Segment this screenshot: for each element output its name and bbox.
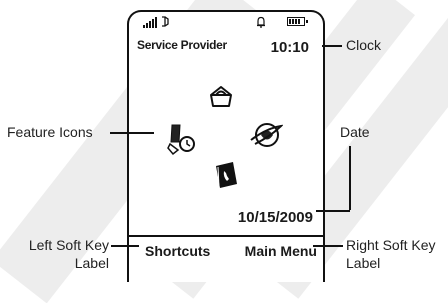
left-softkey-callout-line2: Label (74, 255, 109, 271)
phonebook-icon[interactable] (213, 160, 241, 190)
left-softkey-leader-line (111, 245, 139, 247)
phone-status-icon (162, 16, 169, 27)
date-display: 10/15/2009 (237, 209, 313, 226)
clock-callout: Clock (346, 37, 382, 53)
alert-icon (257, 16, 265, 28)
date-leader-line-horizontal (316, 210, 350, 212)
phone-display: Service Provider 10:10 10/15/2009 Shortc… (127, 10, 325, 282)
right-softkey-label[interactable]: Main Menu (245, 243, 317, 259)
feature-icons-callout: Feature Icons (7, 124, 93, 140)
left-softkey-callout: Left Soft Key Label (10, 236, 109, 272)
softkey-divider (129, 235, 323, 237)
shopping-bag-icon[interactable] (207, 82, 235, 110)
battery-icon (287, 17, 308, 26)
left-softkey-label[interactable]: Shortcuts (145, 243, 210, 259)
clock-display: 10:10 (270, 39, 309, 56)
right-softkey-callout-line1: Right Soft Key (346, 237, 436, 253)
right-softkey-callout-line2: Label (346, 255, 381, 271)
signal-strength-icon (143, 16, 157, 28)
right-softkey-leader-line (313, 245, 343, 247)
web-browser-icon[interactable] (249, 120, 283, 150)
clock-leader-line (322, 45, 342, 47)
tools-icon[interactable] (167, 122, 195, 156)
left-softkey-callout-line1: Left Soft Key (28, 237, 109, 253)
right-softkey-callout: Right Soft Key Label (346, 236, 436, 272)
feature-icons-leader-line (110, 132, 154, 134)
date-leader-line-vertical (349, 146, 351, 210)
date-callout: Date (340, 124, 370, 140)
service-provider-label: Service Provider (137, 38, 227, 52)
